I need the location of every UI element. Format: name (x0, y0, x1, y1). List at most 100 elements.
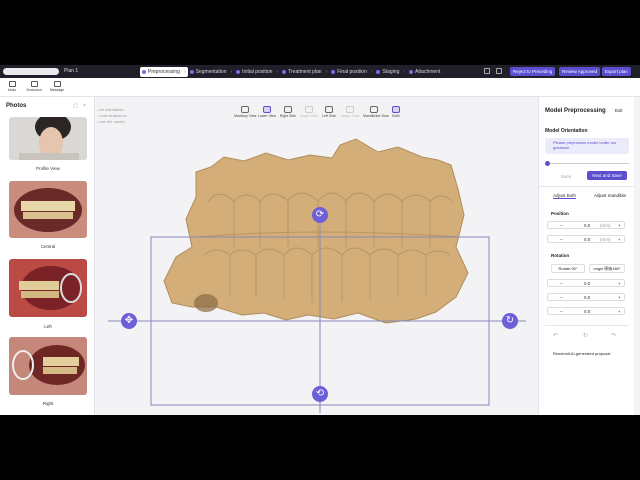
orientation-note-box: Please preprocess model under our guidan… (545, 138, 629, 154)
photos-title: Photos (6, 103, 27, 109)
rotation-x-field[interactable]: – 0.0 + (547, 279, 625, 287)
photo-caption: Central (40, 244, 56, 249)
chevron-right-icon: › (403, 68, 406, 75)
position-x-value[interactable]: 0.0 (584, 223, 590, 228)
central-photo-icon (9, 181, 87, 238)
panel-title: Model Preprocessing (545, 108, 606, 114)
photos-panel: Photos ▢ × Profile View Central Left Rig… (0, 97, 95, 415)
step-staging[interactable]: Staging › (374, 67, 407, 77)
dental-model[interactable] (96, 97, 538, 415)
grid-icon[interactable] (484, 68, 490, 74)
undo-button[interactable]: Undo (4, 81, 20, 92)
plus-icon[interactable]: + (618, 223, 621, 228)
photo-right[interactable] (9, 337, 87, 395)
rotation-z-value[interactable]: 0.0 (584, 309, 590, 314)
tab-adjust-both[interactable]: Adjust Both (553, 193, 577, 199)
profile-photo-icon (9, 117, 87, 160)
occlusion-label: Occlusion (26, 88, 42, 92)
step-label: Staging (382, 68, 400, 75)
step-label: Attachment (415, 68, 441, 75)
exit-button[interactable]: Exit (615, 108, 623, 113)
tool-bar: Undo Occlusion Message (0, 78, 640, 97)
photo-caption: Profile View (36, 166, 60, 171)
message-button[interactable]: Message (49, 81, 65, 92)
photo-central[interactable] (9, 181, 87, 238)
step-dot-icon (376, 69, 381, 74)
photo-left[interactable] (9, 259, 87, 317)
step-segmentation[interactable]: Segmentation › (188, 67, 235, 77)
chevron-right-icon: › (370, 68, 373, 75)
chevron-right-icon: › (325, 68, 328, 75)
expand-icon[interactable]: ▢ (73, 103, 78, 109)
image-icon[interactable] (496, 68, 502, 74)
step-label: Treatment plan (288, 68, 322, 75)
message-label: Message (49, 88, 65, 92)
redo-icon[interactable]: ↷ (611, 332, 616, 339)
position-y-value[interactable]: 0.0 (584, 237, 590, 242)
undo-icon[interactable]: ↶ (553, 332, 558, 339)
reject-button[interactable]: Reject to Preceding (510, 67, 556, 76)
photo-profile-view[interactable] (9, 117, 87, 160)
photo-caption: Left (44, 324, 52, 329)
chevron-right-icon: › (183, 68, 186, 75)
position-y-field[interactable]: – 0.0 (mm) + (547, 235, 625, 243)
minus-icon[interactable]: – (560, 223, 563, 228)
divider (545, 325, 629, 326)
plus-icon[interactable]: + (618, 237, 621, 242)
step-preprocessing[interactable]: Preprocessing › (140, 66, 188, 77)
step-dot-icon (189, 69, 194, 74)
undo-label: Undo (7, 88, 17, 92)
rotate-bottom-handle-icon[interactable]: ⟲ (312, 386, 328, 402)
step-dot-icon (409, 69, 414, 74)
undo-icon (8, 81, 16, 87)
shadow-area (194, 294, 218, 312)
rotate-top-handle-icon[interactable]: ⟳ (312, 207, 328, 223)
model-preprocessing-panel: Model Preprocessing Exit Model Orientati… (538, 97, 635, 415)
rotation-x-value[interactable]: 0.0 (584, 281, 590, 286)
rotation-z-field[interactable]: – 0.0 + (547, 307, 625, 315)
close-icon[interactable]: × (83, 103, 86, 109)
tab-adjust-mandible[interactable]: Adjust mandible (594, 193, 626, 198)
minus-icon[interactable]: – (560, 281, 563, 286)
minus-icon[interactable]: – (560, 237, 563, 242)
refresh-icon[interactable]: ↻ (583, 332, 588, 339)
right-photo-icon (9, 337, 87, 395)
chevron-right-icon: › (230, 68, 233, 75)
step-initial-position[interactable]: Initial position › (234, 67, 280, 77)
back-button[interactable]: Back (561, 174, 571, 179)
move-handle-icon[interactable]: ✥ (121, 313, 137, 329)
step-attachment[interactable]: Attachment (407, 67, 442, 77)
step-label: Final position (337, 68, 367, 75)
step-label: Initial position (242, 68, 273, 75)
origin-button[interactable]: origin 原始180° (589, 264, 625, 273)
workflow-steps: Preprocessing › Segmentation › Initial pos… (140, 66, 442, 77)
rotate-right-handle-icon[interactable]: ↻ (502, 313, 518, 329)
unit-label: (mm) (600, 223, 611, 228)
rotate-90-button[interactable]: Rotate 90° (551, 264, 585, 273)
plus-icon[interactable]: + (618, 295, 621, 300)
occlusion-button[interactable]: Occlusion (26, 81, 42, 92)
approve-button[interactable]: Review Approved (559, 67, 601, 76)
step-final-position[interactable]: Final position › (329, 67, 374, 77)
step-dot-icon (142, 69, 146, 74)
window-tabs (3, 68, 59, 75)
resubmit-ai-button[interactable]: Resubmit AI-generated proposal (553, 351, 610, 356)
unit-label: (mm) (600, 237, 611, 242)
rotation-title: Rotation (551, 253, 570, 258)
plus-icon[interactable]: + (618, 309, 621, 314)
step-treatment-plan[interactable]: Treatment plan › (280, 67, 329, 77)
step-label: Preprocessing (148, 68, 180, 75)
orientation-title: Model Orientation (545, 128, 588, 134)
3d-viewport[interactable]: ...ed orientation ...ouse buttons to ...… (96, 97, 538, 415)
next-and-save-button[interactable]: Next and Save (587, 171, 627, 180)
plus-icon[interactable]: + (618, 281, 621, 286)
export-button[interactable]: Export plan (602, 67, 631, 76)
divider (539, 186, 635, 187)
step-dot-icon (331, 69, 336, 74)
photo-caption: Right (42, 401, 54, 406)
position-x-field[interactable]: – 0.0 (mm) + (547, 221, 625, 229)
minus-icon[interactable]: – (560, 295, 563, 300)
rotation-y-field[interactable]: – 0.0 + (547, 293, 625, 301)
rotation-y-value[interactable]: 0.0 (584, 295, 590, 300)
minus-icon[interactable]: – (560, 309, 563, 314)
